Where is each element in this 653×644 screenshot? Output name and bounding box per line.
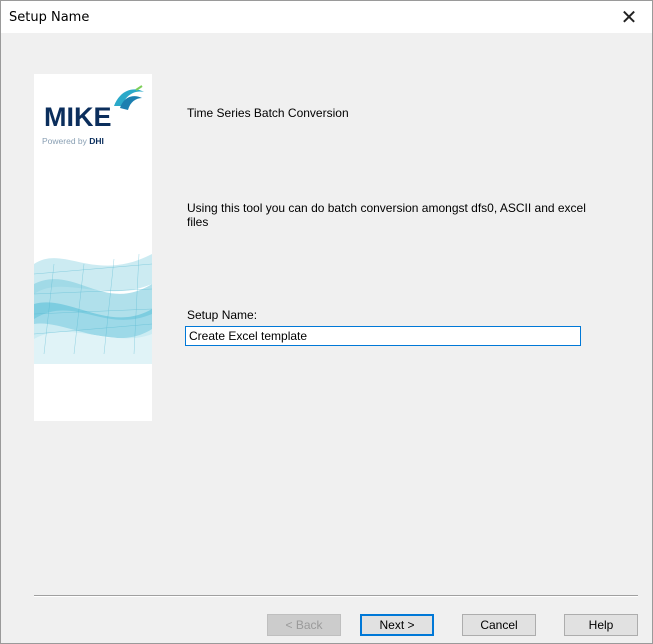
page-description: Using this tool you can do batch convers… (187, 201, 586, 229)
setup-name-dialog: Setup Name ✕ MIKE Powered by DHI Time Se… (0, 0, 653, 644)
cancel-button[interactable]: Cancel (462, 614, 536, 636)
window-title: Setup Name (9, 10, 90, 25)
setup-name-input[interactable] (185, 326, 581, 346)
title-bar: Setup Name ✕ (1, 1, 652, 33)
help-button[interactable]: Help (564, 614, 638, 636)
powered-by-text: Powered by DHI (42, 136, 104, 146)
mike-banner: MIKE Powered by DHI (34, 74, 152, 421)
setup-name-label: Setup Name: (187, 308, 258, 322)
next-button[interactable]: Next > (360, 614, 434, 636)
mike-logo: MIKE (44, 102, 112, 132)
back-button[interactable]: < Back (267, 614, 341, 636)
page-heading: Time Series Batch Conversion (187, 106, 349, 120)
wave-graphic (34, 253, 152, 364)
footer-divider (34, 595, 638, 597)
mike-wave-icon (114, 85, 144, 110)
close-icon[interactable]: ✕ (606, 1, 652, 33)
